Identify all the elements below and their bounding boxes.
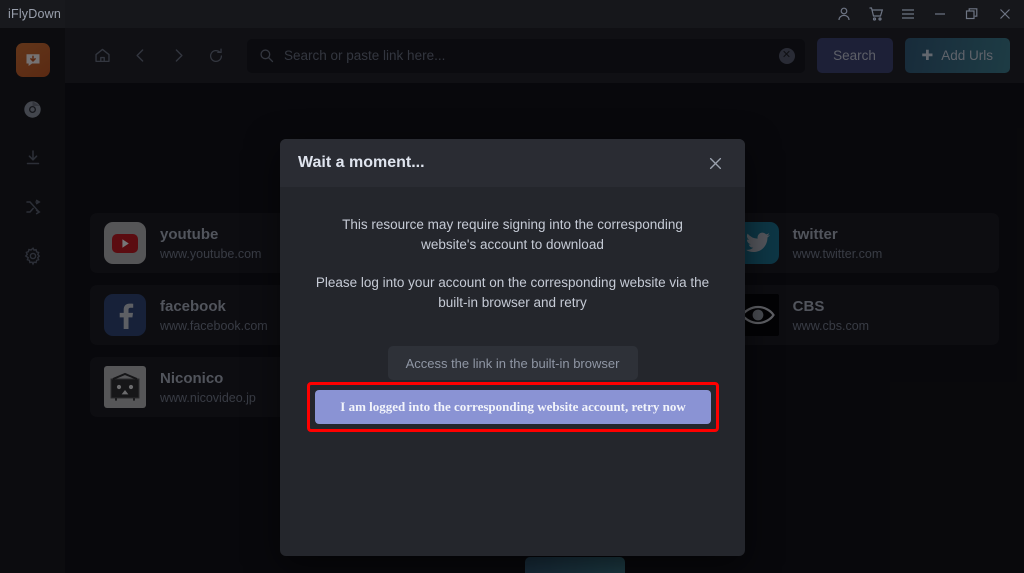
dialog-body: This resource may require signing into t… — [280, 187, 745, 380]
dialog-close-icon[interactable] — [703, 151, 727, 175]
app-title: iFlyDown — [8, 7, 61, 21]
window-controls — [828, 0, 1024, 28]
wait-a-moment-dialog: Wait a moment... This resource may requi… — [280, 139, 745, 556]
close-icon[interactable] — [988, 0, 1022, 28]
account-icon[interactable] — [828, 0, 860, 28]
cart-icon[interactable] — [860, 0, 892, 28]
app-window: iFlyDown Search or paste link here... Wa… — [0, 0, 1024, 573]
dialog-title: Wait a moment... — [298, 154, 425, 171]
dialog-paragraph-2: Please log into your account on the corr… — [315, 275, 710, 310]
retry-now-button[interactable]: I am logged into the corresponding websi… — [315, 390, 711, 424]
title-bar: iFlyDown — [0, 0, 1024, 28]
minimize-icon[interactable] — [924, 0, 956, 28]
dialog-paragraph-1: This resource may require signing into t… — [342, 217, 683, 252]
restore-icon[interactable] — [956, 0, 988, 28]
retry-button-highlight: I am logged into the corresponding websi… — [307, 382, 719, 432]
title-bar-brand: iFlyDown — [0, 0, 65, 28]
dialog-header: Wait a moment... — [280, 139, 745, 187]
menu-icon[interactable] — [892, 0, 924, 28]
access-builtin-browser-button[interactable]: Access the link in the built-in browser — [387, 346, 638, 380]
